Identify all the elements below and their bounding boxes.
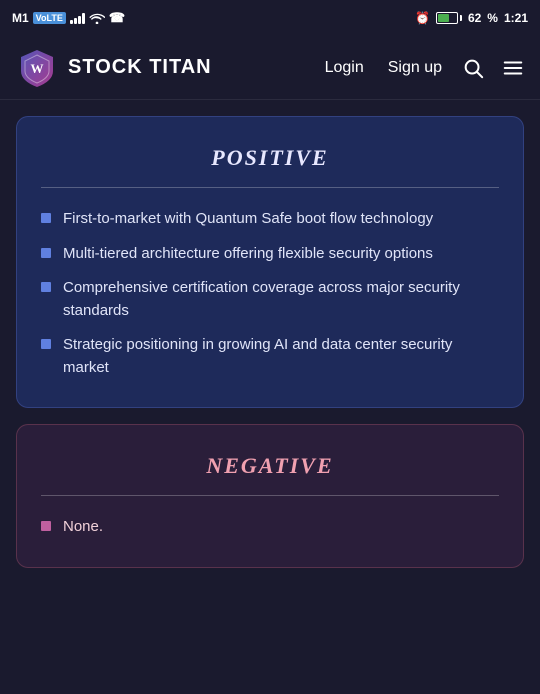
logo-text: STOCK TITAN	[68, 56, 212, 79]
navbar: W STOCK TITAN Login Sign up	[0, 36, 540, 100]
logo-icon: W	[16, 47, 58, 89]
main-content: Positive First-to-market with Quantum Sa…	[0, 100, 540, 584]
negative-card: Negative None.	[16, 424, 524, 568]
positive-list: First-to-market with Quantum Safe boot f…	[41, 208, 499, 379]
list-item: Comprehensive certification coverage acr…	[41, 277, 499, 322]
hamburger-icon	[502, 57, 524, 79]
navbar-actions	[462, 57, 524, 79]
status-bar: M1 VoLTE ☎ ⏰ 62% 1:21	[0, 0, 540, 36]
extra-status-icon: ☎	[109, 10, 125, 26]
carrier-name: M1	[12, 11, 29, 25]
signup-link[interactable]: Sign up	[388, 59, 442, 77]
negative-card-title: Negative	[41, 453, 499, 479]
signal-icon	[70, 12, 85, 24]
menu-button[interactable]	[502, 57, 524, 79]
time-display: 1:21	[504, 11, 528, 25]
svg-text:W: W	[31, 61, 44, 76]
search-icon	[462, 57, 484, 79]
status-right: ⏰ 62% 1:21	[415, 11, 528, 25]
login-link[interactable]: Login	[325, 59, 364, 77]
bullet-icon	[41, 339, 51, 349]
bullet-icon	[41, 213, 51, 223]
negative-list: None.	[41, 516, 499, 539]
bullet-icon	[41, 248, 51, 258]
bullet-icon	[41, 282, 51, 292]
list-item: None.	[41, 516, 499, 539]
volte-badge: VoLTE	[33, 12, 66, 24]
status-carrier: M1 VoLTE ☎	[12, 10, 125, 26]
wifi-icon	[89, 12, 105, 24]
navbar-logo: W STOCK TITAN	[16, 47, 325, 89]
list-item: Multi-tiered architecture offering flexi…	[41, 243, 499, 266]
navbar-links: Login Sign up	[325, 59, 442, 77]
search-button[interactable]	[462, 57, 484, 79]
positive-divider	[41, 187, 499, 188]
negative-divider	[41, 495, 499, 496]
positive-card: Positive First-to-market with Quantum Sa…	[16, 116, 524, 408]
list-item: Strategic positioning in growing AI and …	[41, 334, 499, 379]
bullet-icon	[41, 521, 51, 531]
list-item: First-to-market with Quantum Safe boot f…	[41, 208, 499, 231]
battery-percentage: 62	[468, 11, 481, 25]
alarm-icon: ⏰	[415, 11, 430, 25]
positive-card-title: Positive	[41, 145, 499, 171]
battery-icon	[436, 12, 462, 24]
